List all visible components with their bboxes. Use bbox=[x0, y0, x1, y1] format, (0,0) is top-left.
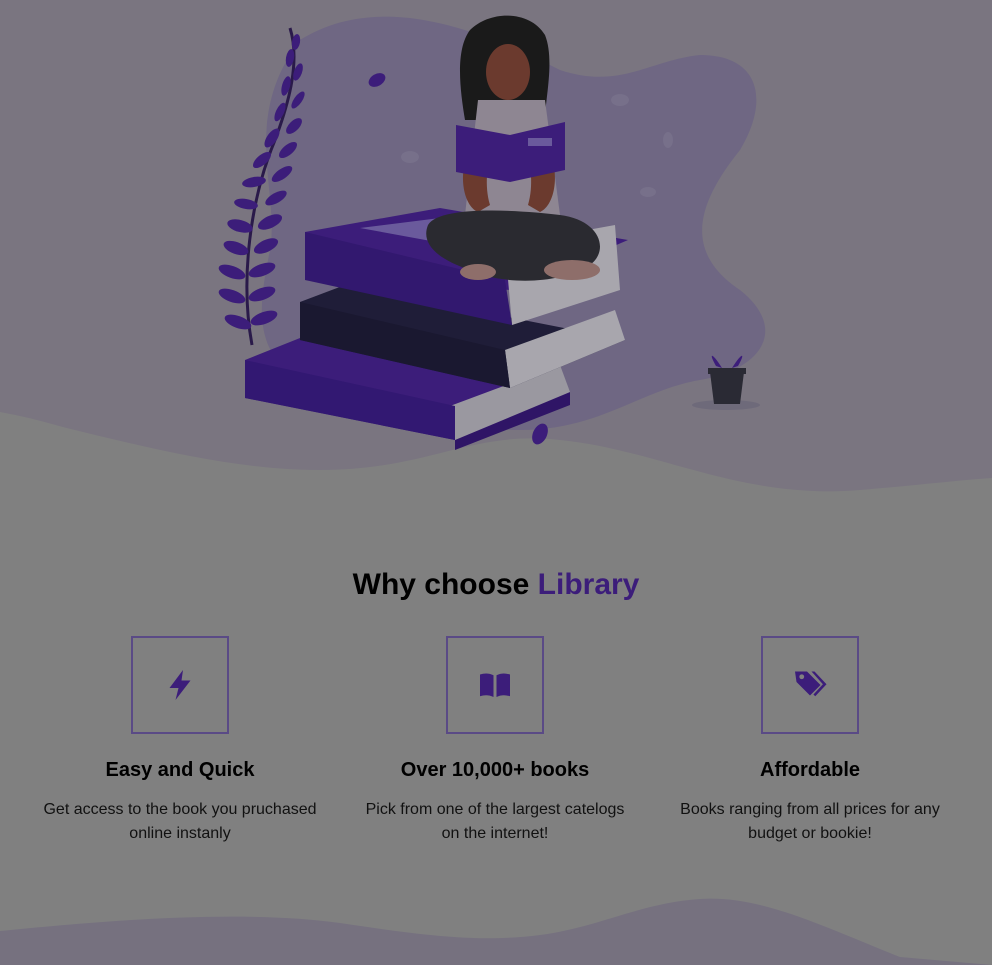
feature-title: Affordable bbox=[760, 759, 860, 781]
why-choose-section: Why choose Library Easy and Quick Get ac… bbox=[0, 560, 992, 842]
lightning-bolt-icon bbox=[169, 670, 191, 700]
floating-dot bbox=[611, 94, 629, 106]
floating-dot bbox=[401, 151, 419, 163]
feature-title: Easy and Quick bbox=[105, 759, 255, 781]
why-choose-title: Why choose Library bbox=[0, 560, 992, 610]
price-tags-icon bbox=[795, 671, 827, 697]
floating-dot bbox=[640, 187, 656, 197]
feature-title: Over 10,000+ books bbox=[400, 759, 590, 781]
feature-description: Pick from one of the largest catelogs on… bbox=[365, 801, 625, 842]
feature-icon-box bbox=[761, 636, 859, 734]
features-row: Easy and Quick Get access to the book yo… bbox=[0, 636, 992, 876]
feature-easy-and-quick: Easy and Quick Get access to the book yo… bbox=[30, 636, 330, 846]
feature-description: Books ranging from all prices for any bu… bbox=[680, 801, 940, 842]
feature-over-10000-books: Over 10,000+ books Pick from one of the … bbox=[345, 636, 645, 846]
why-choose-title-prefix: Why choose bbox=[352, 568, 538, 601]
why-choose-title-accent: Library bbox=[537, 568, 640, 601]
hero-illustration bbox=[0, 0, 992, 520]
page: Why choose Library Easy and Quick Get ac… bbox=[0, 0, 992, 965]
open-book-icon bbox=[480, 673, 510, 697]
feature-icon-box bbox=[131, 636, 229, 734]
floating-dot bbox=[663, 132, 673, 148]
feature-affordable: Affordable Books ranging from all prices… bbox=[660, 636, 960, 846]
feature-icon-box bbox=[446, 636, 544, 734]
feature-description: Get access to the book you pruchased onl… bbox=[43, 801, 317, 842]
bottom-wave bbox=[0, 898, 992, 965]
